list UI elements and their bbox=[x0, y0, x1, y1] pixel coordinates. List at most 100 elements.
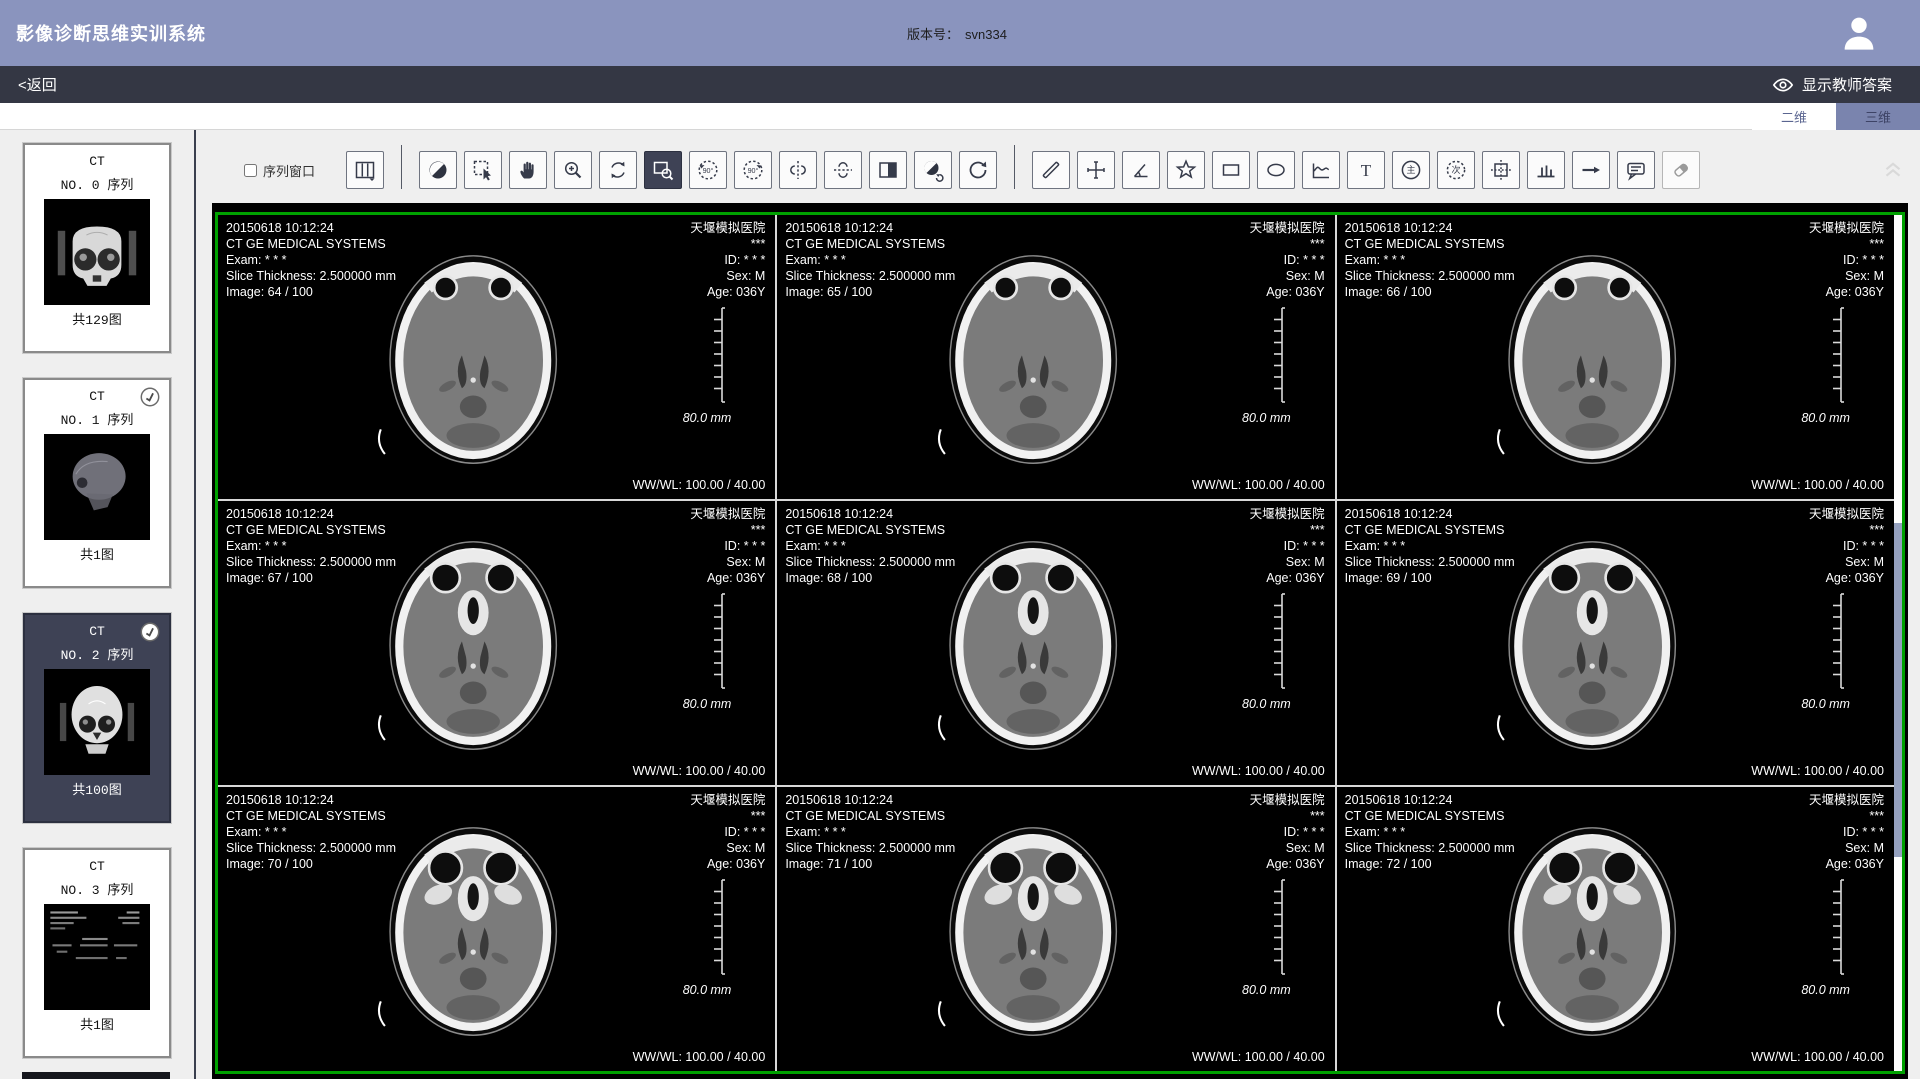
cell-topleft-overlay: 20150618 10:12:24 CT GE MEDICAL SYSTEMS … bbox=[785, 220, 955, 300]
cell-patient-id: ID: * * * bbox=[1250, 252, 1325, 268]
viewport-cell-2[interactable]: 20150618 10:12:24 CT GE MEDICAL SYSTEMS … bbox=[1337, 215, 1894, 499]
cell-hospital: 天堰模拟医院 bbox=[690, 220, 765, 236]
tab-2d[interactable]: 二维 bbox=[1752, 103, 1836, 130]
cell-exam: Exam: * * * bbox=[226, 252, 396, 268]
angle-tool[interactable] bbox=[1122, 151, 1160, 189]
sequence-window-toggle[interactable]: 序列窗口 bbox=[244, 161, 315, 180]
cell-image-number: Image: 68 / 100 bbox=[785, 570, 955, 586]
cell-age: Age: 036Y bbox=[690, 856, 765, 872]
svg-text:次: 次 bbox=[1452, 164, 1461, 175]
scale-ruler-icon bbox=[709, 878, 725, 976]
swap-series-tool[interactable] bbox=[599, 151, 637, 189]
cell-topright-overlay: 天堰模拟医院 *** ID: * * * Sex: M Age: 036Y bbox=[1250, 792, 1325, 872]
viewport-cell-7[interactable]: 20150618 10:12:24 CT GE MEDICAL SYSTEMS … bbox=[777, 787, 1334, 1071]
show-answer-button[interactable]: 显示教师答案 bbox=[1772, 74, 1892, 96]
user-icon[interactable] bbox=[1838, 12, 1880, 54]
cell-age: Age: 036Y bbox=[690, 284, 765, 300]
text-tool[interactable]: T bbox=[1347, 151, 1385, 189]
back-button[interactable]: <返回 bbox=[18, 74, 57, 95]
toolbar-separator bbox=[401, 145, 402, 189]
comment-bubble-icon bbox=[1624, 158, 1648, 182]
viewport-cell-0[interactable]: 20150618 10:12:24 CT GE MEDICAL SYSTEMS … bbox=[218, 215, 775, 499]
cell-image-number: Image: 66 / 100 bbox=[1345, 284, 1515, 300]
app-header: 影像诊断思维实训系统 版本号：svn334 bbox=[0, 0, 1920, 66]
ellipse-roi-tool[interactable] bbox=[1257, 151, 1295, 189]
cell-scale-label: 80.0 mm bbox=[683, 410, 732, 426]
rect-roi-tool[interactable] bbox=[1212, 151, 1250, 189]
layout-button[interactable] bbox=[346, 151, 384, 189]
cell-slice-thickness: Slice Thickness: 2.500000 mm bbox=[785, 554, 955, 570]
cell-window-level: WW/WL: 100.00 / 40.00 bbox=[1751, 477, 1884, 493]
cell-patient-id: ID: * * * bbox=[690, 824, 765, 840]
secondary-mark-tool[interactable]: 次 bbox=[1437, 151, 1475, 189]
zoom-tool[interactable] bbox=[554, 151, 592, 189]
profile-tool[interactable] bbox=[1302, 151, 1340, 189]
svg-text:90°: 90° bbox=[703, 166, 714, 175]
viewer-scrollbar[interactable] bbox=[1894, 215, 1902, 1071]
cell-vendor: CT GE MEDICAL SYSTEMS bbox=[226, 808, 396, 824]
viewport-cell-3[interactable]: 20150618 10:12:24 CT GE MEDICAL SYSTEMS … bbox=[218, 501, 775, 785]
cell-slice-thickness: Slice Thickness: 2.500000 mm bbox=[1345, 554, 1515, 570]
cell-window-level: WW/WL: 100.00 / 40.00 bbox=[1751, 1049, 1884, 1065]
eraser-tool bbox=[1662, 151, 1700, 189]
cell-sex: Sex: M bbox=[1250, 268, 1325, 284]
star-roi-tool[interactable] bbox=[1167, 151, 1205, 189]
cell-vendor: CT GE MEDICAL SYSTEMS bbox=[785, 236, 955, 252]
viewport-cell-1[interactable]: 20150618 10:12:24 CT GE MEDICAL SYSTEMS … bbox=[777, 215, 1334, 499]
cell-exam: Exam: * * * bbox=[226, 824, 396, 840]
zoom-region-tool[interactable] bbox=[644, 151, 682, 189]
series-card-1[interactable]: CTNO. 1 序列共1图 bbox=[23, 378, 171, 588]
cell-window-level: WW/WL: 100.00 / 40.00 bbox=[633, 1049, 766, 1065]
cell-topleft-overlay: 20150618 10:12:24 CT GE MEDICAL SYSTEMS … bbox=[1345, 220, 1515, 300]
window-reset-tool[interactable] bbox=[914, 151, 952, 189]
cell-image-number: Image: 65 / 100 bbox=[785, 284, 955, 300]
cell-scale-label: 80.0 mm bbox=[1801, 410, 1850, 426]
viewer-scrollbar-thumb[interactable] bbox=[1894, 523, 1902, 857]
next-series-card-partial[interactable] bbox=[22, 1072, 170, 1079]
flip-vertical-tool[interactable] bbox=[824, 151, 862, 189]
cell-masked: *** bbox=[1809, 808, 1884, 824]
viewport-cell-4[interactable]: 20150618 10:12:24 CT GE MEDICAL SYSTEMS … bbox=[777, 501, 1334, 785]
cell-vendor: CT GE MEDICAL SYSTEMS bbox=[1345, 236, 1515, 252]
cell-vendor: CT GE MEDICAL SYSTEMS bbox=[785, 808, 955, 824]
cell-window-level: WW/WL: 100.00 / 40.00 bbox=[1192, 763, 1325, 779]
select-tool[interactable] bbox=[464, 151, 502, 189]
cell-topright-overlay: 天堰模拟医院 *** ID: * * * Sex: M Age: 036Y bbox=[1809, 506, 1884, 586]
cell-image-number: Image: 70 / 100 bbox=[226, 856, 396, 872]
cell-age: Age: 036Y bbox=[1250, 284, 1325, 300]
series-card-0[interactable]: CTNO. 0 序列共129图 bbox=[23, 143, 171, 353]
pan-tool[interactable] bbox=[509, 151, 547, 189]
profile-curve-icon bbox=[1309, 158, 1333, 182]
reset-tool[interactable] bbox=[959, 151, 997, 189]
comment-tool[interactable] bbox=[1617, 151, 1655, 189]
flip-horizontal-tool[interactable] bbox=[779, 151, 817, 189]
localizer-tool[interactable] bbox=[1482, 151, 1520, 189]
viewport-cell-5[interactable]: 20150618 10:12:24 CT GE MEDICAL SYSTEMS … bbox=[1337, 501, 1894, 785]
cell-topleft-overlay: 20150618 10:12:24 CT GE MEDICAL SYSTEMS … bbox=[785, 792, 955, 872]
series-card-2[interactable]: CTNO. 2 序列共100图 bbox=[23, 613, 171, 823]
histogram-tool[interactable] bbox=[1527, 151, 1565, 189]
window-level-tool[interactable] bbox=[419, 151, 457, 189]
image-grid: 20150618 10:12:24 CT GE MEDICAL SYSTEMS … bbox=[218, 215, 1894, 1071]
cell-hospital: 天堰模拟医院 bbox=[1809, 506, 1884, 522]
app-title: 影像诊断思维实训系统 bbox=[16, 20, 206, 46]
tab-3d[interactable]: 三维 bbox=[1836, 103, 1920, 130]
invert-tool[interactable] bbox=[869, 151, 907, 189]
rotate-cw-90-tool[interactable]: 90° bbox=[734, 151, 772, 189]
rotate-ccw-90-tool[interactable]: 90° bbox=[689, 151, 727, 189]
cell-image-number: Image: 72 / 100 bbox=[1345, 856, 1515, 872]
toolbar: 序列窗口 90° 90° T主 次 bbox=[196, 130, 1920, 203]
viewport-cell-6[interactable]: 20150618 10:12:24 CT GE MEDICAL SYSTEMS … bbox=[218, 787, 775, 1071]
sub-nav: <返回 显示教师答案 bbox=[0, 66, 1920, 103]
series-name: NO. 1 序列 bbox=[25, 409, 169, 428]
collapse-toolbar-button[interactable] bbox=[1880, 154, 1906, 180]
sequence-window-checkbox[interactable] bbox=[244, 164, 257, 177]
cross-measure-tool[interactable] bbox=[1077, 151, 1115, 189]
series-thumbnail bbox=[44, 434, 150, 540]
ruler-tool[interactable] bbox=[1032, 151, 1070, 189]
viewport-cell-8[interactable]: 20150618 10:12:24 CT GE MEDICAL SYSTEMS … bbox=[1337, 787, 1894, 1071]
primary-mark-tool[interactable]: 主 bbox=[1392, 151, 1430, 189]
series-card-3[interactable]: CTNO. 3 序列共1图 bbox=[23, 848, 171, 1058]
cell-hospital: 天堰模拟医院 bbox=[1250, 220, 1325, 236]
arrow-tool[interactable] bbox=[1572, 151, 1610, 189]
